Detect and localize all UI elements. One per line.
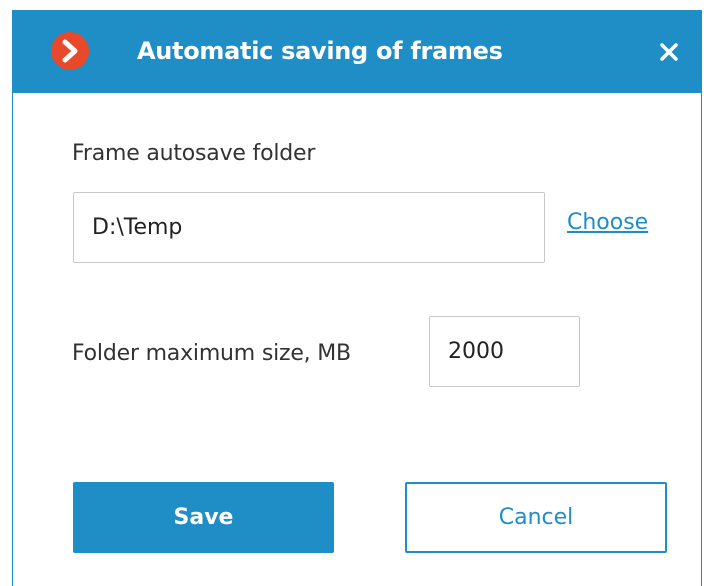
cancel-button[interactable]: Cancel	[405, 482, 667, 553]
autosave-folder-input[interactable]	[73, 192, 545, 263]
automatic-saving-dialog: Automatic saving of frames Frame autosav…	[12, 10, 702, 586]
choose-folder-link[interactable]: Choose	[567, 210, 648, 235]
app-logo-icon	[50, 31, 90, 71]
autosave-folder-label: Frame autosave folder	[72, 141, 316, 166]
max-size-input[interactable]	[429, 316, 580, 387]
max-size-label: Folder maximum size, MB	[72, 341, 351, 366]
save-button[interactable]: Save	[73, 482, 334, 553]
dialog-titlebar: Automatic saving of frames	[13, 10, 701, 93]
close-icon[interactable]	[653, 36, 685, 68]
dialog-title: Automatic saving of frames	[137, 37, 503, 65]
